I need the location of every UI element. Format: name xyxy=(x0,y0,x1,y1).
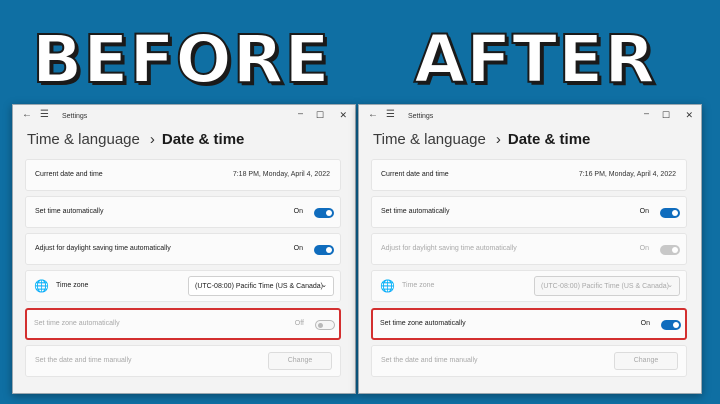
breadcrumb-separator: › xyxy=(149,131,155,148)
after-heading: AFTER xyxy=(413,21,657,99)
set-time-auto-label: Set time automatically xyxy=(381,208,450,215)
current-date-value: 7:18 PM, Monday, April 4, 2022 xyxy=(232,171,330,178)
dst-state: On xyxy=(293,245,303,252)
tz-auto-label: Set time zone automatically xyxy=(380,320,466,327)
manual-date-label: Set the date and time manually xyxy=(381,357,478,364)
close-icon[interactable]: ✕ xyxy=(339,110,347,121)
manual-date-row: Set the date and time manually Change xyxy=(25,345,341,377)
set-time-auto-row: Set time automatically On xyxy=(25,196,341,228)
timezone-label: Time zone xyxy=(56,282,89,289)
set-time-auto-toggle[interactable] xyxy=(314,208,334,218)
tz-auto-row: Set time zone automatically Off xyxy=(25,308,341,340)
change-button[interactable]: Change xyxy=(268,352,332,370)
tz-auto-toggle[interactable] xyxy=(315,320,335,330)
app-title: Settings xyxy=(62,113,88,120)
set-time-auto-state: On xyxy=(639,208,649,215)
before-heading: BEFORE xyxy=(31,21,331,99)
minimize-icon[interactable]: – xyxy=(644,108,649,118)
maximize-icon[interactable]: ☐ xyxy=(662,110,670,121)
page-title: Date & time xyxy=(507,131,591,148)
timezone-row: 🌐 Time zone (UTC-08:00) Pacific Time (US… xyxy=(371,270,687,302)
dst-label: Adjust for daylight saving time automati… xyxy=(381,245,517,252)
globe-clock-icon: 🌐 xyxy=(34,279,49,293)
set-time-auto-row: Set time automatically On xyxy=(371,196,687,228)
dst-toggle[interactable] xyxy=(314,245,334,255)
dst-label: Adjust for daylight saving time automati… xyxy=(35,245,171,252)
timezone-dropdown[interactable]: (UTC-08:00) Pacific Time (US & Canada) ⌄ xyxy=(188,276,334,296)
current-date-label: Current date and time xyxy=(35,171,103,178)
manual-date-row: Set the date and time manually Change xyxy=(371,345,687,377)
set-time-auto-toggle[interactable] xyxy=(660,208,680,218)
tz-auto-row: Set time zone automatically On xyxy=(371,308,687,340)
hamburger-menu-icon[interactable]: ☰ xyxy=(40,109,49,120)
hamburger-menu-icon[interactable]: ☰ xyxy=(386,109,395,120)
tz-auto-toggle[interactable] xyxy=(661,320,681,330)
maximize-icon[interactable]: ☐ xyxy=(316,110,324,121)
set-time-auto-label: Set time automatically xyxy=(35,208,104,215)
breadcrumb-separator: › xyxy=(495,131,501,148)
timezone-value: (UTC-08:00) Pacific Time (US & Canada) xyxy=(195,283,323,290)
page-title: Date & time xyxy=(161,131,245,148)
chevron-down-icon: ⌄ xyxy=(321,282,327,289)
timezone-value: (UTC-08:00) Pacific Time (US & Canada) xyxy=(541,283,669,290)
breadcrumb-parent[interactable]: Time & language xyxy=(373,131,486,148)
settings-window-after: ← ☰ Settings – ☐ ✕ Time & language › Date … xyxy=(358,104,702,394)
globe-clock-icon: 🌐 xyxy=(380,279,395,293)
settings-window-before: ← ☰ Settings – ☐ ✕ Time & language › Date … xyxy=(12,104,356,394)
current-date-value: 7:16 PM, Monday, April 4, 2022 xyxy=(578,171,676,178)
set-time-auto-state: On xyxy=(293,208,303,215)
timezone-dropdown[interactable]: (UTC-08:00) Pacific Time (US & Canada) ⌄ xyxy=(534,276,680,296)
timezone-label: Time zone xyxy=(402,282,435,289)
dst-row: Adjust for daylight saving time automati… xyxy=(25,233,341,265)
chevron-down-icon: ⌄ xyxy=(667,282,673,289)
close-icon[interactable]: ✕ xyxy=(685,110,693,121)
back-arrow-icon[interactable]: ← xyxy=(22,109,32,120)
minimize-icon[interactable]: – xyxy=(298,108,303,118)
tz-auto-label: Set time zone automatically xyxy=(34,320,120,327)
dst-row: Adjust for daylight saving time automati… xyxy=(371,233,687,265)
current-date-row: Current date and time 7:18 PM, Monday, A… xyxy=(25,159,341,191)
back-arrow-icon[interactable]: ← xyxy=(368,109,378,120)
tz-auto-state: On xyxy=(640,320,650,327)
breadcrumb-parent[interactable]: Time & language xyxy=(27,131,140,148)
change-button[interactable]: Change xyxy=(614,352,678,370)
breadcrumb: Time & language › Date & time xyxy=(373,131,590,148)
dst-state: On xyxy=(639,245,649,252)
manual-date-label: Set the date and time manually xyxy=(35,357,132,364)
title-bar: ← ☰ Settings – ☐ ✕ xyxy=(359,105,701,127)
app-title: Settings xyxy=(408,113,434,120)
current-date-row: Current date and time 7:16 PM, Monday, A… xyxy=(371,159,687,191)
tz-auto-state: Off xyxy=(294,320,304,327)
current-date-label: Current date and time xyxy=(381,171,449,178)
timezone-row: 🌐 Time zone (UTC-08:00) Pacific Time (US… xyxy=(25,270,341,302)
breadcrumb: Time & language › Date & time xyxy=(27,131,244,148)
title-bar: ← ☰ Settings – ☐ ✕ xyxy=(13,105,355,127)
dst-toggle[interactable] xyxy=(660,245,680,255)
